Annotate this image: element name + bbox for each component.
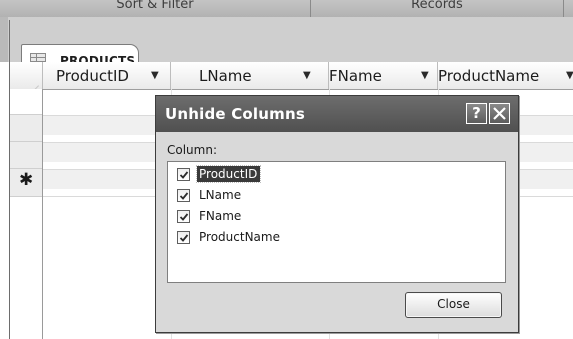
access-window: Sort & Filter Records PRODUCTS ProductID… [0,0,573,339]
list-item-label: ProductName [199,230,280,244]
column-label: Column: [167,143,217,157]
close-button[interactable]: Close [405,292,502,318]
lname-checkbox[interactable] [177,189,190,202]
close-icon [493,107,506,120]
checkmark-icon [179,192,189,200]
ribbon-group-records: Records [411,0,463,12]
checkmark-icon [179,213,189,221]
column-listbox[interactable]: ProductID LName FName ProductName [167,161,506,283]
new-record-icon: ✱ [19,170,34,190]
column-header-lname[interactable]: LName ▼ [171,62,329,89]
productid-checkbox[interactable] [177,168,190,181]
dialog-close-button[interactable] [489,103,510,124]
list-item-label: FName [199,209,242,223]
record-selector[interactable] [10,89,42,115]
column-header-label: LName [199,67,252,85]
checkmark-icon [179,234,189,242]
dialog-title: Unhide Columns [165,105,305,123]
record-selector-column: ✱ [10,89,43,339]
help-button[interactable]: ? [466,103,487,124]
column-header-productid[interactable]: ProductID ▼ [43,62,171,89]
dialog-title-bar[interactable]: Unhide Columns ? [156,96,518,132]
chevron-down-icon[interactable]: ▼ [421,70,429,81]
object-tab-bar: PRODUCTS [0,17,573,77]
ribbon-group-labels: Sort & Filter Records [0,0,573,18]
fname-checkbox[interactable] [177,210,190,223]
column-header-label: ProductName [438,67,540,85]
list-item-label: ProductID [195,165,262,183]
column-header-label: FName [329,67,382,85]
column-header-productname[interactable]: ProductName ▼ [438,62,573,89]
select-all-corner[interactable] [10,62,43,89]
column-header-fname[interactable]: FName ▼ [329,62,438,89]
productname-checkbox[interactable] [177,231,190,244]
column-header-row: ProductID ▼ LName ▼ FName ▼ ProductName … [10,62,573,90]
ribbon-separator [563,0,564,17]
unhide-columns-dialog: Unhide Columns ? Column: ProductID LName… [155,95,519,333]
navigation-pane-edge [0,17,8,62]
chevron-down-icon[interactable]: ▼ [566,70,573,81]
help-icon: ? [472,104,481,122]
chevron-down-icon[interactable]: ▼ [151,70,159,81]
list-item-label: LName [199,188,242,202]
record-selector[interactable] [10,115,42,142]
column-header-label: ProductID [56,67,129,85]
checkmark-icon [179,171,189,179]
new-record-selector[interactable]: ✱ [10,169,42,197]
ribbon-group-sort-filter: Sort & Filter [116,0,194,12]
chevron-down-icon[interactable]: ▼ [303,70,311,81]
record-selector[interactable] [10,142,42,169]
